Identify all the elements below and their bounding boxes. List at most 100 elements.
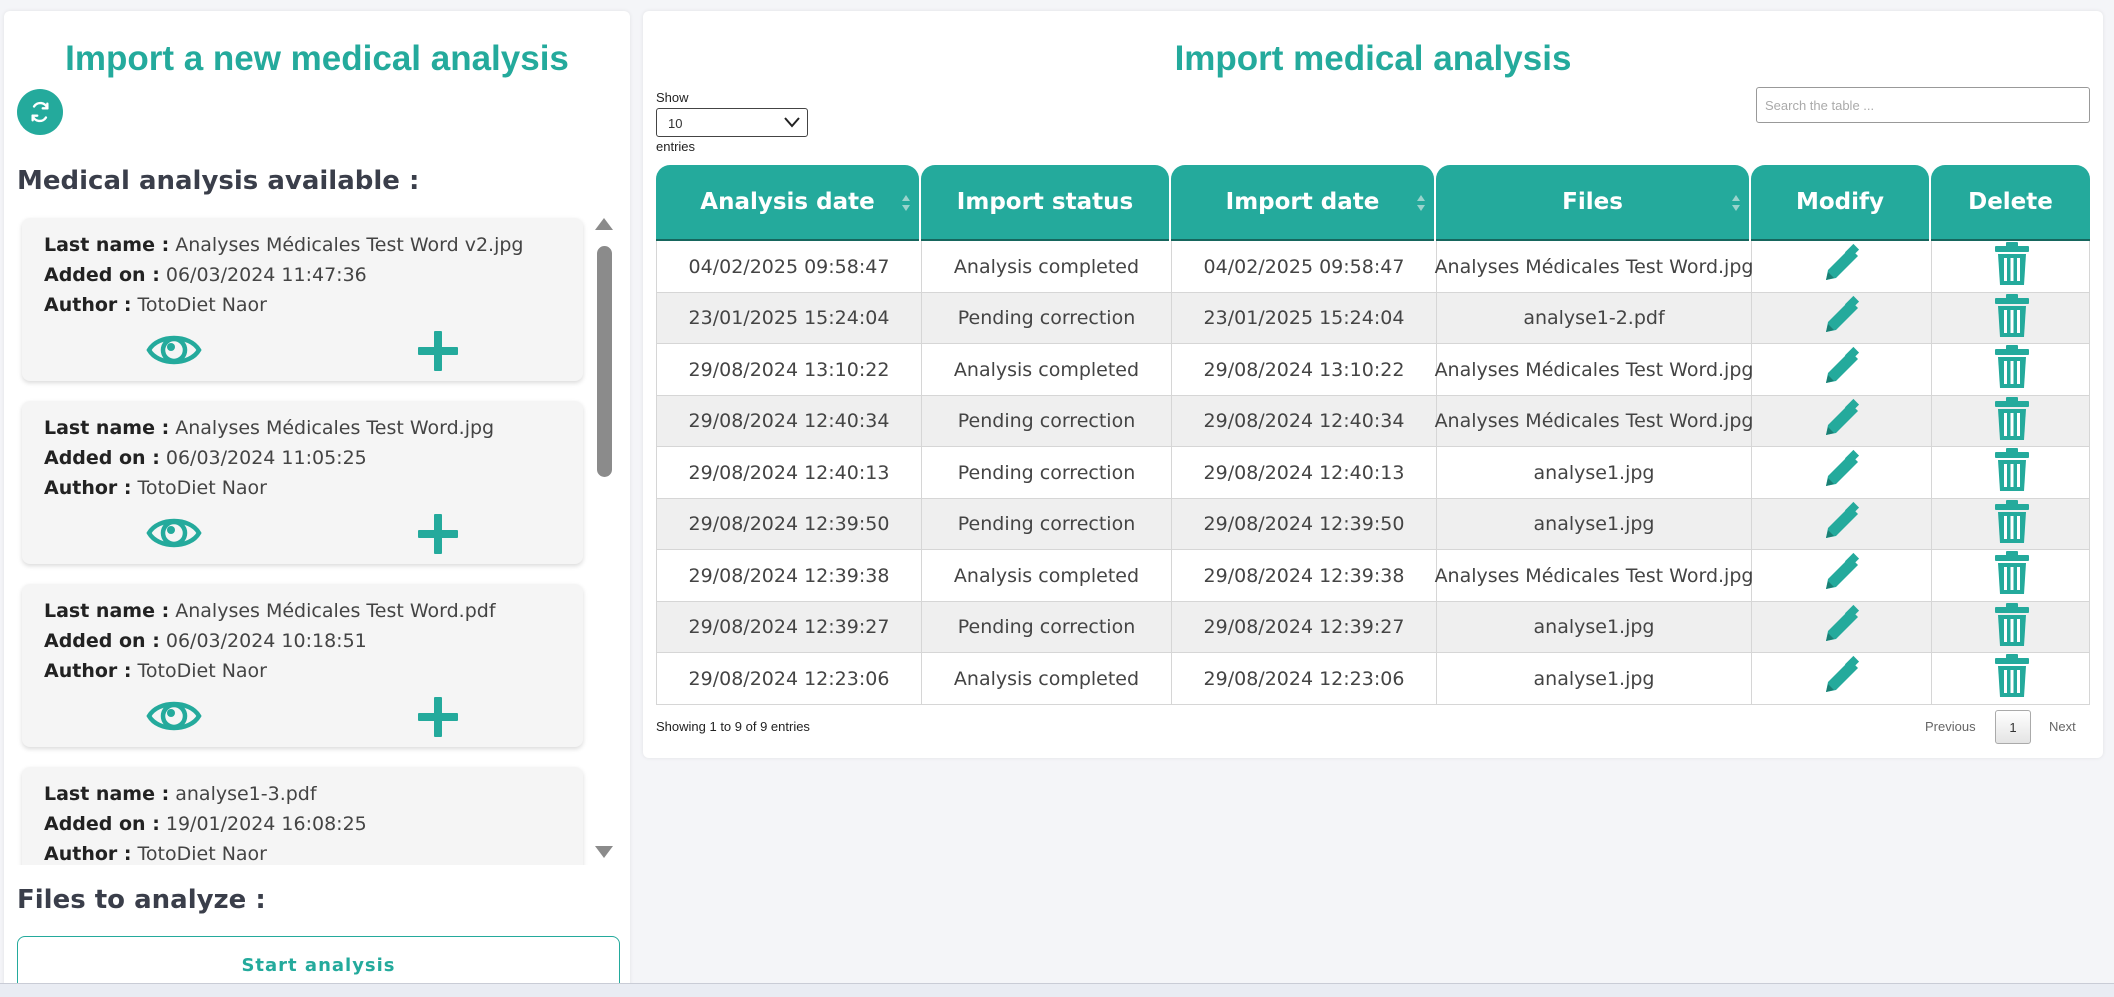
cell-import-date: 29/08/2024 13:10:22 xyxy=(1172,344,1437,395)
previous-button[interactable]: Previous xyxy=(1925,719,1976,734)
table-row: 29/08/2024 12:40:13 Pending correction 29/… xyxy=(656,447,2090,499)
modify-button[interactable] xyxy=(1752,447,1932,498)
analysis-card: Last name : analyse1-3.pdf Added on : 19/… xyxy=(22,767,583,865)
cell-import-date: 29/08/2024 12:39:38 xyxy=(1172,550,1437,601)
trash-icon xyxy=(1992,499,2032,550)
cell-analysis-date: 29/08/2024 12:39:50 xyxy=(657,498,922,550)
cell-import-date: 29/08/2024 12:39:27 xyxy=(1172,601,1437,653)
import-panel: Import a new medical analysis Medical an… xyxy=(4,11,630,997)
cell-import-status: Pending correction xyxy=(922,601,1172,653)
add-button[interactable] xyxy=(415,511,461,557)
th-delete[interactable]: Delete xyxy=(1931,165,2090,241)
trash-icon xyxy=(1992,396,2032,447)
card-author: Author : TotoDiet Naor xyxy=(44,660,267,682)
cell-import-status: Pending correction xyxy=(922,395,1172,447)
analysis-card: Last name : Analyses Médicales Test Word… xyxy=(22,218,583,381)
cell-import-date: 23/01/2025 15:24:04 xyxy=(1172,292,1437,344)
trash-icon xyxy=(1992,550,2032,601)
delete-button[interactable] xyxy=(1932,344,2091,395)
cell-file: analyse1.jpg xyxy=(1437,653,1752,704)
table-title: Import medical analysis xyxy=(1174,39,1572,78)
th-import-status[interactable]: Import status xyxy=(921,165,1169,241)
modify-button[interactable] xyxy=(1752,550,1932,601)
pencil-icon xyxy=(1820,654,1864,703)
trash-icon xyxy=(1992,344,2032,395)
cell-import-date: 04/02/2025 09:58:47 xyxy=(1172,241,1437,292)
th-files[interactable]: Files xyxy=(1436,165,1749,241)
search-input[interactable] xyxy=(1756,87,2090,123)
cell-import-status: Pending correction xyxy=(922,447,1172,498)
cell-import-status: Pending correction xyxy=(922,292,1172,344)
entries-label: entries xyxy=(656,139,696,154)
trash-icon xyxy=(1992,602,2032,653)
refresh-icon xyxy=(31,101,49,123)
trash-icon xyxy=(1992,293,2032,344)
sort-icon xyxy=(902,195,910,211)
modify-button[interactable] xyxy=(1752,498,1932,550)
delete-button[interactable] xyxy=(1932,293,2091,344)
scroll-down-arrow[interactable] xyxy=(595,846,613,858)
modify-button[interactable] xyxy=(1752,395,1932,447)
view-button[interactable] xyxy=(146,328,202,372)
cell-file: analyse1.jpg xyxy=(1437,447,1752,498)
cell-file: Analyses Médicales Test Word.jpg xyxy=(1435,344,1753,395)
modify-button[interactable] xyxy=(1752,292,1932,344)
page-1-button[interactable]: 1 xyxy=(1995,710,2031,744)
plus-icon xyxy=(415,331,461,378)
cell-analysis-date: 23/01/2025 15:24:04 xyxy=(657,292,922,344)
modify-button[interactable] xyxy=(1752,653,1932,704)
view-button[interactable] xyxy=(146,511,202,555)
cell-import-date: 29/08/2024 12:39:50 xyxy=(1172,498,1437,550)
modify-button[interactable] xyxy=(1752,241,1932,292)
column-header-label: Delete xyxy=(1968,189,2053,215)
cell-analysis-date: 29/08/2024 12:39:38 xyxy=(657,550,922,601)
cell-file: Analyses Médicales Test Word.jpg xyxy=(1435,395,1753,447)
delete-button[interactable] xyxy=(1932,550,2091,601)
delete-button[interactable] xyxy=(1932,447,2091,498)
analysis-list[interactable]: Last name : Analyses Médicales Test Word… xyxy=(17,211,590,865)
table-row: 04/02/2025 09:58:47 Analysis completed 04/… xyxy=(656,241,2090,293)
cell-import-date: 29/08/2024 12:40:34 xyxy=(1172,395,1437,447)
delete-button[interactable] xyxy=(1932,653,2091,704)
column-header-label: Analysis date xyxy=(700,189,875,215)
refresh-button[interactable] xyxy=(17,89,63,135)
cell-analysis-date: 29/08/2024 12:40:34 xyxy=(657,395,922,447)
card-added-on: Added on : 19/01/2024 16:08:25 xyxy=(44,813,367,835)
delete-button[interactable] xyxy=(1932,499,2091,550)
card-author: Author : TotoDiet Naor xyxy=(44,843,267,865)
cell-file: Analyses Médicales Test Word.jpg xyxy=(1435,550,1753,601)
modify-button[interactable] xyxy=(1752,601,1932,653)
delete-button[interactable] xyxy=(1932,602,2091,653)
th-analysis-date[interactable]: Analysis date xyxy=(656,165,919,241)
cell-analysis-date: 29/08/2024 12:23:06 xyxy=(657,653,922,704)
cell-analysis-date: 29/08/2024 13:10:22 xyxy=(657,344,922,395)
plus-icon xyxy=(415,514,461,561)
add-button[interactable] xyxy=(415,328,461,374)
delete-button[interactable] xyxy=(1932,241,2091,292)
table-row: 23/01/2025 15:24:04 Pending correction 23/… xyxy=(656,292,2091,344)
cell-analysis-date: 29/08/2024 12:39:27 xyxy=(657,601,922,653)
cell-file: Analyses Médicales Test Word.jpg xyxy=(1435,241,1753,292)
modify-button[interactable] xyxy=(1752,344,1932,395)
table-row: 29/08/2024 12:39:38 Analysis completed 29/… xyxy=(656,550,2090,602)
showing-info: Showing 1 to 9 of 9 entries xyxy=(656,719,810,734)
cell-import-status: Analysis completed xyxy=(922,550,1172,601)
card-last-name: Last name : Analyses Médicales Test Word… xyxy=(44,417,495,439)
scroll-up-arrow[interactable] xyxy=(595,218,613,230)
delete-button[interactable] xyxy=(1932,396,2091,447)
cell-import-date: 29/08/2024 12:23:06 xyxy=(1172,653,1437,704)
scroll-thumb[interactable] xyxy=(597,246,612,477)
next-button[interactable]: Next xyxy=(2049,719,2076,734)
pencil-icon xyxy=(1820,345,1864,394)
view-button[interactable] xyxy=(146,694,202,738)
table-row: 29/08/2024 13:10:22 Analysis completed 29/… xyxy=(656,344,2090,396)
cell-import-status: Analysis completed xyxy=(922,241,1172,292)
entries-select[interactable]: 10 xyxy=(656,108,808,137)
pencil-icon xyxy=(1820,397,1864,446)
add-button[interactable] xyxy=(415,694,461,740)
pencil-icon xyxy=(1820,448,1864,497)
th-import-date[interactable]: Import date xyxy=(1171,165,1434,241)
th-modify[interactable]: Modify xyxy=(1751,165,1929,241)
column-header-label: Files xyxy=(1562,189,1623,215)
list-scrollbar[interactable] xyxy=(594,218,614,858)
